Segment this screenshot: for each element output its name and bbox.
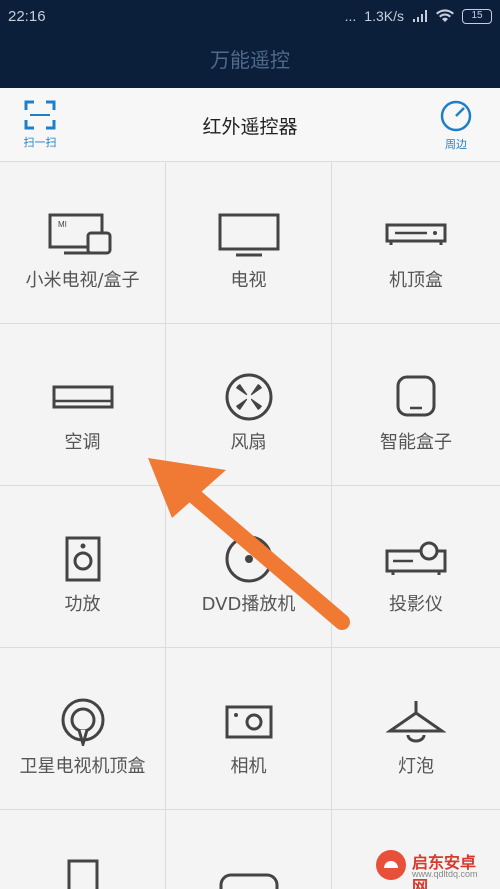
camera-icon — [214, 696, 284, 746]
watermark-logo-icon — [376, 850, 406, 880]
device-label: 风扇 — [230, 432, 267, 453]
status-time: 22:16 — [8, 8, 46, 25]
phone-icon — [48, 854, 118, 889]
device-satellite-box[interactable]: 卫星电视机顶盒 — [0, 648, 166, 810]
device-label: DVD播放机 — [201, 594, 296, 615]
status-dots: ... — [344, 8, 357, 24]
lamp-icon — [381, 696, 451, 746]
device-dvd[interactable]: DVD播放机 — [166, 486, 332, 648]
nearby-label: 周边 — [445, 138, 467, 151]
smart-box-icon — [381, 372, 451, 422]
tv-icon — [214, 210, 284, 260]
device-label: 投影仪 — [389, 594, 443, 615]
mi-tv-box-icon: MI — [48, 210, 118, 260]
toolbar: 扫一扫 红外遥控器 周边 — [0, 88, 500, 162]
set-top-box-icon — [381, 210, 451, 260]
device-amplifier[interactable]: 功放 — [0, 486, 166, 648]
battery-icon: 15 — [462, 8, 492, 24]
nearby-button[interactable]: 周边 — [426, 100, 486, 152]
router-icon — [214, 862, 284, 889]
signal-icon — [413, 10, 427, 22]
svg-text:MI: MI — [58, 220, 67, 229]
watermark: 启东安卓网 www.qdltdq.com — [372, 847, 490, 889]
device-mi-tv-box[interactable]: MI 小米电视/盒子 — [0, 162, 166, 324]
status-icons: ... 1.3K/s 15 — [345, 8, 492, 24]
device-label: 智能盒子 — [380, 432, 452, 453]
status-bar: 22:16 ... 1.3K/s 15 — [0, 0, 500, 34]
projector-icon — [381, 534, 451, 584]
device-grid: MI 小米电视/盒子 电视 机顶盒 空调 风扇 智能盒子 功放 DVD播放机 投… — [0, 162, 500, 889]
device-camera[interactable]: 相机 — [166, 648, 332, 810]
satellite-box-icon — [48, 696, 118, 746]
device-label: 机顶盒 — [389, 270, 443, 291]
device-label: 空调 — [64, 432, 101, 453]
device-tv[interactable]: 电视 — [166, 162, 332, 324]
device-label: 灯泡 — [398, 756, 434, 777]
device-partial-1[interactable] — [0, 810, 166, 889]
device-label: 卫星电视机顶盒 — [19, 756, 146, 777]
device-lamp[interactable]: 灯泡 — [332, 648, 500, 810]
device-label: 电视 — [230, 270, 267, 291]
device-label: 功放 — [64, 594, 101, 615]
device-label: 相机 — [230, 756, 267, 777]
amplifier-icon — [48, 534, 118, 584]
device-fan[interactable]: 风扇 — [166, 324, 332, 486]
air-conditioner-icon — [48, 372, 118, 422]
device-set-top-box[interactable]: 机顶盒 — [332, 162, 500, 324]
watermark-url: www.qdltdq.com — [412, 869, 478, 879]
app-title: 万能遥控 — [210, 48, 290, 72]
app-title-bar: 万能遥控 — [0, 34, 500, 88]
compass-icon — [440, 100, 472, 132]
device-smart-box[interactable]: 智能盒子 — [332, 324, 500, 486]
device-air-conditioner[interactable]: 空调 — [0, 324, 166, 486]
page-title: 红外遥控器 — [202, 116, 298, 138]
device-projector[interactable]: 投影仪 — [332, 486, 500, 648]
fan-icon — [214, 372, 284, 422]
device-label: 小米电视/盒子 — [25, 270, 140, 291]
dvd-icon — [214, 534, 284, 584]
network-speed: 1.3K/s — [364, 8, 404, 24]
wifi-icon — [436, 9, 454, 22]
device-partial-2[interactable] — [166, 810, 332, 889]
